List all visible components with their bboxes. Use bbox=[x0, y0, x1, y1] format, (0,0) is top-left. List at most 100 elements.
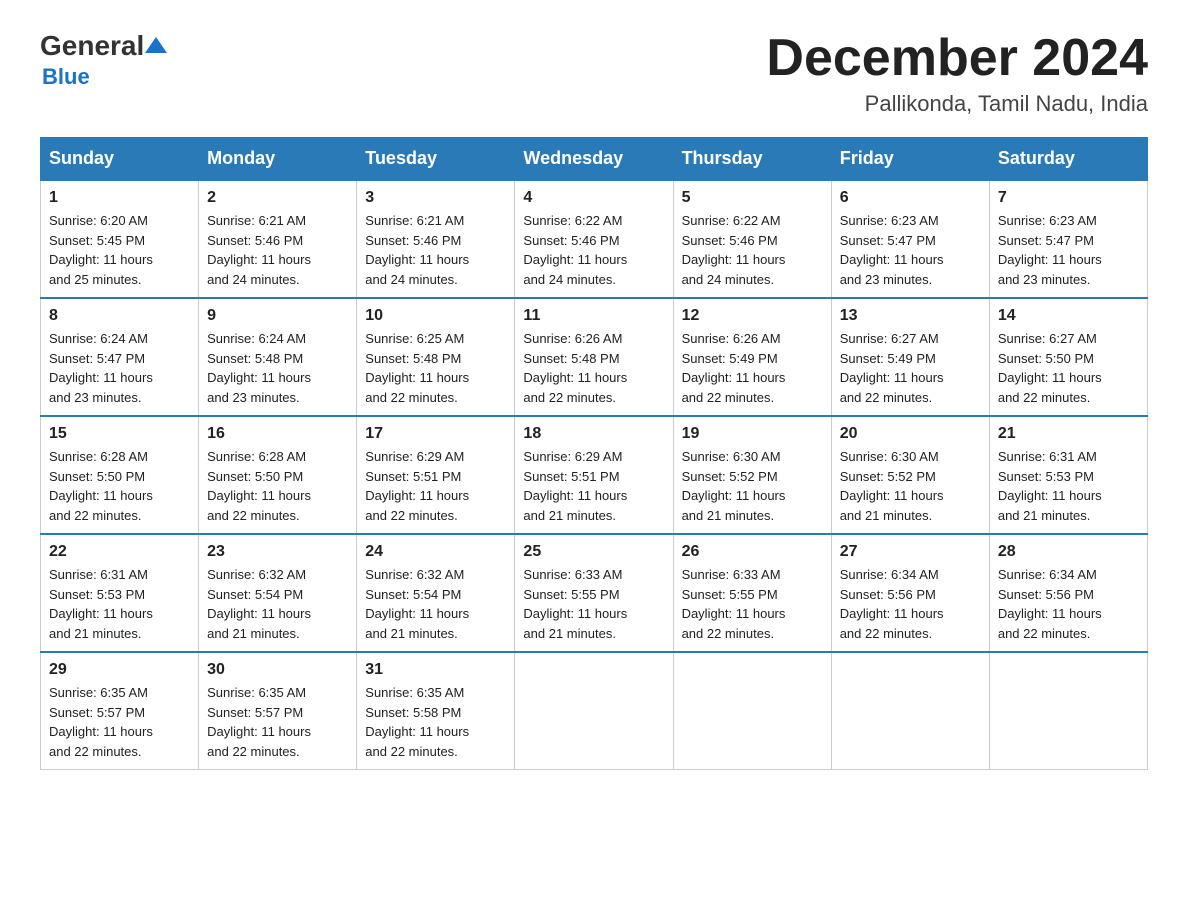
day-cell: 3 Sunrise: 6:21 AMSunset: 5:46 PMDaylight… bbox=[357, 180, 515, 298]
day-number: 31 bbox=[365, 661, 506, 679]
day-info: Sunrise: 6:29 AMSunset: 5:51 PMDaylight:… bbox=[523, 447, 664, 525]
day-number: 20 bbox=[840, 425, 981, 443]
day-cell: 6 Sunrise: 6:23 AMSunset: 5:47 PMDaylight… bbox=[831, 180, 989, 298]
day-number: 17 bbox=[365, 425, 506, 443]
day-cell: 23 Sunrise: 6:32 AMSunset: 5:54 PMDayligh… bbox=[199, 534, 357, 652]
day-cell bbox=[831, 652, 989, 770]
day-number: 6 bbox=[840, 189, 981, 207]
day-cell: 19Sunrise: 6:30 AMSunset: 5:52 PMDayligh… bbox=[673, 416, 831, 534]
day-number: 1 bbox=[49, 189, 190, 207]
day-number: 4 bbox=[523, 189, 664, 207]
day-info: Sunrise: 6:20 AMSunset: 5:45 PMDaylight:… bbox=[49, 211, 190, 289]
day-cell: 31 Sunrise: 6:35 AMSunset: 5:58 PMDayligh… bbox=[357, 652, 515, 770]
day-info: Sunrise: 6:28 AMSunset: 5:50 PMDaylight:… bbox=[207, 447, 348, 525]
day-info: Sunrise: 6:21 AMSunset: 5:46 PMDaylight:… bbox=[365, 211, 506, 289]
day-cell: 5 Sunrise: 6:22 AMSunset: 5:46 PMDaylight… bbox=[673, 180, 831, 298]
day-number: 23 bbox=[207, 543, 348, 561]
day-number: 27 bbox=[840, 543, 981, 561]
calendar-table: SundayMondayTuesdayWednesdayThursdayFrid… bbox=[40, 137, 1148, 770]
logo-icon bbox=[144, 35, 169, 57]
day-info: Sunrise: 6:34 AMSunset: 5:56 PMDaylight:… bbox=[840, 565, 981, 643]
location-subtitle: Pallikonda, Tamil Nadu, India bbox=[766, 91, 1148, 117]
day-number: 11 bbox=[523, 307, 664, 325]
day-cell: 26Sunrise: 6:33 AMSunset: 5:55 PMDayligh… bbox=[673, 534, 831, 652]
day-cell: 22 Sunrise: 6:31 AMSunset: 5:53 PMDayligh… bbox=[41, 534, 199, 652]
day-number: 12 bbox=[682, 307, 823, 325]
day-info: Sunrise: 6:25 AMSunset: 5:48 PMDaylight:… bbox=[365, 329, 506, 407]
day-number: 3 bbox=[365, 189, 506, 207]
day-cell bbox=[989, 652, 1147, 770]
day-number: 19 bbox=[682, 425, 823, 443]
day-info: Sunrise: 6:31 AMSunset: 5:53 PMDaylight:… bbox=[49, 565, 190, 643]
day-info: Sunrise: 6:22 AMSunset: 5:46 PMDaylight:… bbox=[523, 211, 664, 289]
day-number: 2 bbox=[207, 189, 348, 207]
day-cell: 25 Sunrise: 6:33 AMSunset: 5:55 PMDayligh… bbox=[515, 534, 673, 652]
day-cell: 16 Sunrise: 6:28 AMSunset: 5:50 PMDayligh… bbox=[199, 416, 357, 534]
day-cell: 30 Sunrise: 6:35 AMSunset: 5:57 PMDayligh… bbox=[199, 652, 357, 770]
day-number: 25 bbox=[523, 543, 664, 561]
header-sunday: Sunday bbox=[41, 138, 199, 181]
day-cell: 27 Sunrise: 6:34 AMSunset: 5:56 PMDayligh… bbox=[831, 534, 989, 652]
day-number: 10 bbox=[365, 307, 506, 325]
day-info: Sunrise: 6:35 AMSunset: 5:57 PMDaylight:… bbox=[207, 683, 348, 761]
day-cell: 24 Sunrise: 6:32 AMSunset: 5:54 PMDayligh… bbox=[357, 534, 515, 652]
day-info: Sunrise: 6:22 AMSunset: 5:46 PMDaylight:… bbox=[682, 211, 823, 289]
day-number: 16 bbox=[207, 425, 348, 443]
day-cell: 21Sunrise: 6:31 AMSunset: 5:53 PMDayligh… bbox=[989, 416, 1147, 534]
day-cell: 14Sunrise: 6:27 AMSunset: 5:50 PMDayligh… bbox=[989, 298, 1147, 416]
day-number: 13 bbox=[840, 307, 981, 325]
day-number: 22 bbox=[49, 543, 190, 561]
day-number: 18 bbox=[523, 425, 664, 443]
day-info: Sunrise: 6:23 AMSunset: 5:47 PMDaylight:… bbox=[840, 211, 981, 289]
logo-text: General bbox=[40, 30, 169, 62]
month-title: December 2024 bbox=[766, 30, 1148, 87]
day-cell: 1 Sunrise: 6:20 AMSunset: 5:45 PMDaylight… bbox=[41, 180, 199, 298]
day-number: 5 bbox=[682, 189, 823, 207]
page-header: General Blue December 2024 Pallikonda, T… bbox=[40, 30, 1148, 117]
header-wednesday: Wednesday bbox=[515, 138, 673, 181]
day-cell: 20Sunrise: 6:30 AMSunset: 5:52 PMDayligh… bbox=[831, 416, 989, 534]
day-number: 30 bbox=[207, 661, 348, 679]
logo-blue: Blue bbox=[42, 64, 90, 90]
day-number: 8 bbox=[49, 307, 190, 325]
week-row-4: 22 Sunrise: 6:31 AMSunset: 5:53 PMDayligh… bbox=[41, 534, 1148, 652]
day-number: 14 bbox=[998, 307, 1139, 325]
day-info: Sunrise: 6:23 AMSunset: 5:47 PMDaylight:… bbox=[998, 211, 1139, 289]
day-info: Sunrise: 6:33 AMSunset: 5:55 PMDaylight:… bbox=[682, 565, 823, 643]
week-row-3: 15Sunrise: 6:28 AMSunset: 5:50 PMDayligh… bbox=[41, 416, 1148, 534]
day-cell: 7Sunrise: 6:23 AMSunset: 5:47 PMDaylight… bbox=[989, 180, 1147, 298]
day-number: 24 bbox=[365, 543, 506, 561]
week-row-1: 1 Sunrise: 6:20 AMSunset: 5:45 PMDaylight… bbox=[41, 180, 1148, 298]
day-info: Sunrise: 6:26 AMSunset: 5:48 PMDaylight:… bbox=[523, 329, 664, 407]
day-number: 29 bbox=[49, 661, 190, 679]
day-cell: 9 Sunrise: 6:24 AMSunset: 5:48 PMDaylight… bbox=[199, 298, 357, 416]
logo-general: General bbox=[40, 30, 144, 62]
day-info: Sunrise: 6:29 AMSunset: 5:51 PMDaylight:… bbox=[365, 447, 506, 525]
day-info: Sunrise: 6:28 AMSunset: 5:50 PMDaylight:… bbox=[49, 447, 190, 525]
day-cell: 17 Sunrise: 6:29 AMSunset: 5:51 PMDayligh… bbox=[357, 416, 515, 534]
day-cell: 13 Sunrise: 6:27 AMSunset: 5:49 PMDayligh… bbox=[831, 298, 989, 416]
day-info: Sunrise: 6:35 AMSunset: 5:58 PMDaylight:… bbox=[365, 683, 506, 761]
header-saturday: Saturday bbox=[989, 138, 1147, 181]
day-info: Sunrise: 6:27 AMSunset: 5:49 PMDaylight:… bbox=[840, 329, 981, 407]
day-info: Sunrise: 6:24 AMSunset: 5:48 PMDaylight:… bbox=[207, 329, 348, 407]
day-number: 21 bbox=[998, 425, 1139, 443]
day-info: Sunrise: 6:33 AMSunset: 5:55 PMDaylight:… bbox=[523, 565, 664, 643]
logo: General Blue bbox=[40, 30, 169, 90]
day-info: Sunrise: 6:35 AMSunset: 5:57 PMDaylight:… bbox=[49, 683, 190, 761]
day-info: Sunrise: 6:24 AMSunset: 5:47 PMDaylight:… bbox=[49, 329, 190, 407]
day-cell: 12 Sunrise: 6:26 AMSunset: 5:49 PMDayligh… bbox=[673, 298, 831, 416]
day-info: Sunrise: 6:32 AMSunset: 5:54 PMDaylight:… bbox=[207, 565, 348, 643]
day-cell bbox=[515, 652, 673, 770]
day-cell: 15Sunrise: 6:28 AMSunset: 5:50 PMDayligh… bbox=[41, 416, 199, 534]
day-info: Sunrise: 6:26 AMSunset: 5:49 PMDaylight:… bbox=[682, 329, 823, 407]
day-number: 9 bbox=[207, 307, 348, 325]
day-info: Sunrise: 6:32 AMSunset: 5:54 PMDaylight:… bbox=[365, 565, 506, 643]
header-row: SundayMondayTuesdayWednesdayThursdayFrid… bbox=[41, 138, 1148, 181]
day-cell: 10 Sunrise: 6:25 AMSunset: 5:48 PMDayligh… bbox=[357, 298, 515, 416]
day-cell: 28Sunrise: 6:34 AMSunset: 5:56 PMDayligh… bbox=[989, 534, 1147, 652]
day-cell bbox=[673, 652, 831, 770]
day-number: 28 bbox=[998, 543, 1139, 561]
week-row-5: 29 Sunrise: 6:35 AMSunset: 5:57 PMDayligh… bbox=[41, 652, 1148, 770]
day-cell: 29 Sunrise: 6:35 AMSunset: 5:57 PMDayligh… bbox=[41, 652, 199, 770]
